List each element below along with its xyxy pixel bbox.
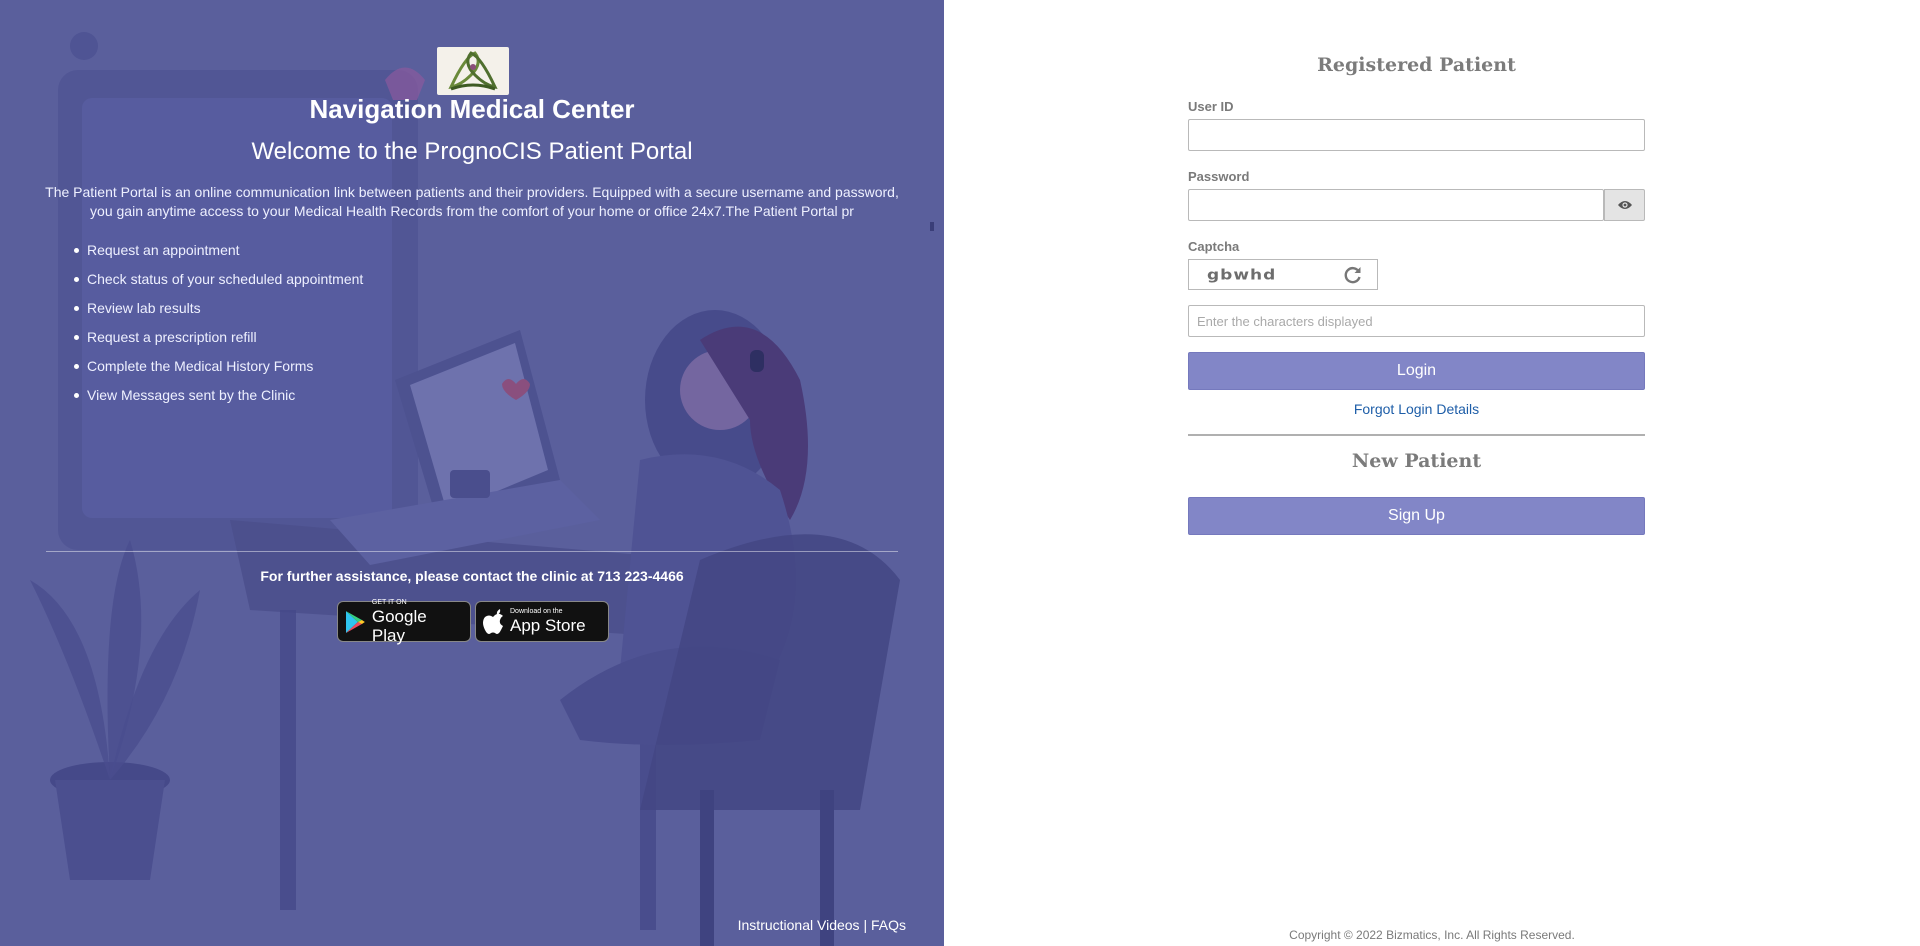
- list-item: Request a prescription refill: [74, 327, 363, 356]
- user-id-label: User ID: [1188, 99, 1234, 114]
- google-play-icon: [345, 610, 365, 633]
- captcha-label: Captcha: [1188, 239, 1240, 254]
- new-patient-heading: New Patient: [1351, 450, 1482, 472]
- bullet-icon: [74, 393, 79, 398]
- divider: [46, 551, 898, 552]
- registered-patient-heading: Registered Patient: [1317, 54, 1516, 76]
- google-play-big: Google Play: [371, 606, 427, 645]
- bullet-icon: [74, 248, 79, 253]
- feature-label: Complete the Medical History Forms: [87, 358, 314, 374]
- captcha-image: gbwhd: [1188, 259, 1378, 290]
- bullet-icon: [74, 277, 79, 282]
- forgot-login-link[interactable]: Forgot Login Details: [1188, 401, 1645, 417]
- instructional-videos-link[interactable]: Instructional Videos: [738, 917, 860, 933]
- copyright-text: Copyright © 2022 Bizmatics, Inc. All Rig…: [1289, 928, 1575, 942]
- feature-list: Request an appointment Check status of y…: [74, 240, 363, 414]
- list-item: Complete the Medical History Forms: [74, 356, 363, 385]
- google-play-small: GET IT ON: [371, 598, 407, 606]
- refresh-icon: [1344, 266, 1361, 283]
- google-play-button[interactable]: GET IT ON Google Play: [337, 598, 471, 645]
- divider: [1188, 434, 1645, 436]
- refresh-captcha-button[interactable]: [1339, 261, 1367, 289]
- bullet-icon: [74, 364, 79, 369]
- app-store-links: GET IT ON Google Play Download on the Ap…: [337, 598, 609, 645]
- login-button[interactable]: Login: [1188, 352, 1645, 390]
- captcha-text: gbwhd: [1207, 266, 1277, 283]
- welcome-title: Welcome to the PrognoCIS Patient Portal: [251, 138, 693, 165]
- clinic-logo: [437, 47, 509, 95]
- list-item: View Messages sent by the Clinic: [74, 385, 363, 414]
- login-panel: Registered Patient User ID Password Capt…: [944, 0, 1920, 946]
- feature-label: Check status of your scheduled appointme…: [87, 271, 364, 287]
- feature-label: Request a prescription refill: [87, 329, 257, 345]
- list-item: Request an appointment: [74, 240, 363, 269]
- eye-icon: [1617, 201, 1632, 209]
- app-store-small: Download on the: [510, 608, 563, 615]
- bullet-icon: [74, 335, 79, 340]
- sign-up-button[interactable]: Sign Up: [1188, 497, 1645, 535]
- apple-icon: [483, 608, 503, 634]
- feature-label: View Messages sent by the Clinic: [87, 387, 296, 403]
- password-input[interactable]: [1188, 189, 1604, 221]
- show-password-button[interactable]: [1604, 189, 1645, 221]
- list-item: Check status of your scheduled appointme…: [74, 269, 363, 298]
- intro-text: The Patient Portal is an online communic…: [45, 184, 899, 219]
- assistance-text: For further assistance, please contact t…: [260, 568, 684, 584]
- footer-links: Instructional Videos | FAQs: [738, 917, 906, 933]
- bullet-icon: [74, 306, 79, 311]
- feature-label: Request an appointment: [87, 242, 240, 258]
- logo-icon: [448, 51, 498, 91]
- password-label: Password: [1188, 169, 1250, 184]
- feature-label: Review lab results: [87, 300, 201, 316]
- app-store-big: App Store: [510, 616, 586, 635]
- left-panel: Navigation Medical Center Welcome to the…: [0, 0, 944, 946]
- clinic-name: Navigation Medical Center: [309, 94, 635, 124]
- user-id-input[interactable]: [1188, 119, 1645, 151]
- faqs-link[interactable]: FAQs: [871, 917, 906, 933]
- link-separator: |: [863, 917, 868, 933]
- list-item: Review lab results: [74, 298, 363, 327]
- app-store-button[interactable]: Download on the App Store: [475, 601, 609, 642]
- captcha-input[interactable]: [1188, 305, 1645, 337]
- scroll-indicator[interactable]: [930, 222, 934, 231]
